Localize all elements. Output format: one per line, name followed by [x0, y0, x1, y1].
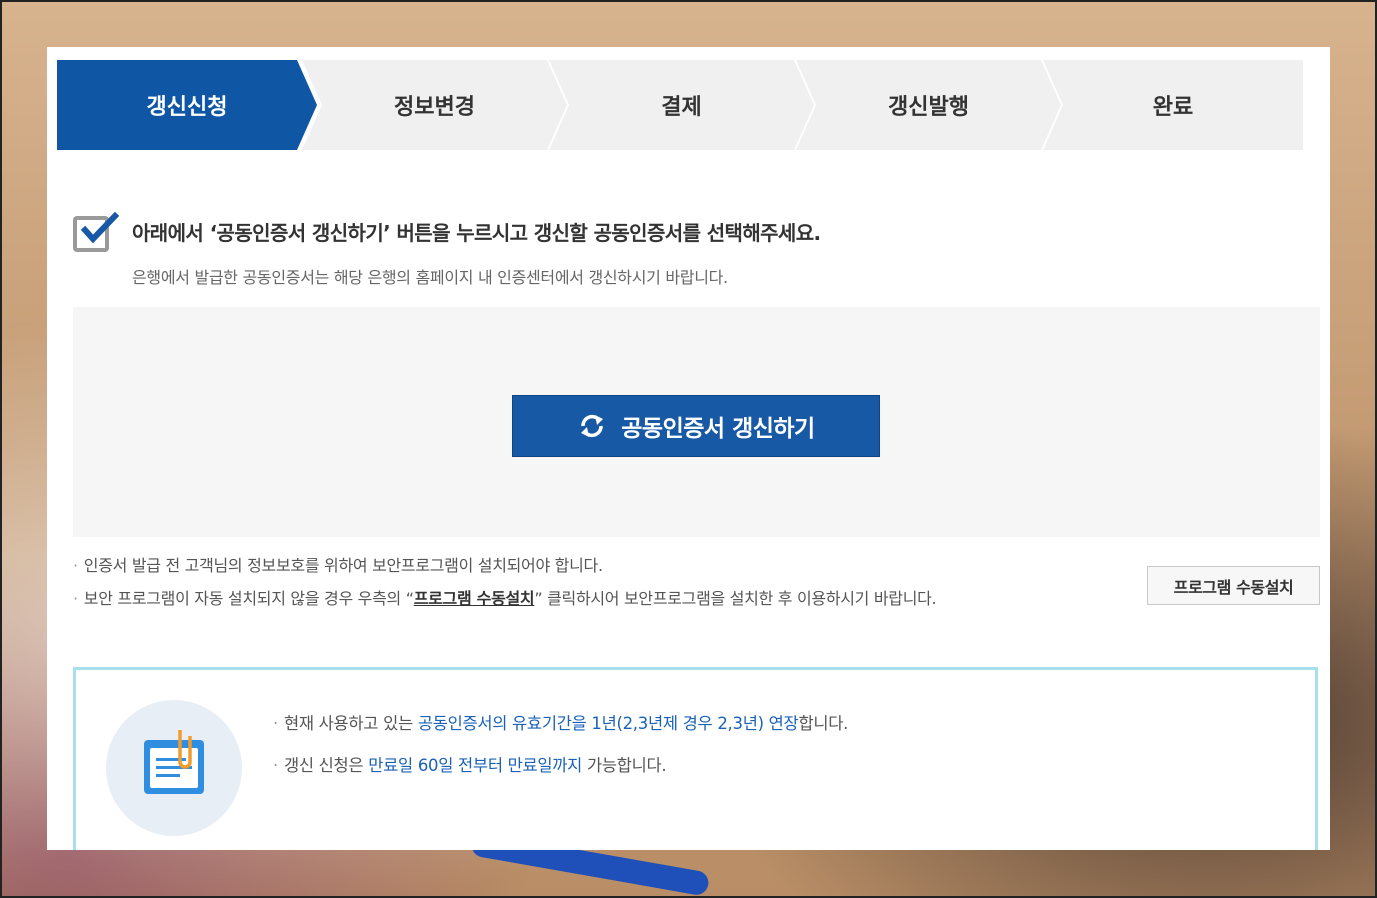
document-clip-icon	[144, 730, 204, 794]
note-item: · 인증서 발급 전 고객님의 정보보호를 위하여 보안프로그램이 설치되어야 합…	[73, 556, 603, 575]
progress-steps: 갱신신청 정보변경 결제 갱신발행 완료	[57, 60, 1303, 150]
step-label: 결제	[661, 95, 702, 120]
info-item: · 현재 사용하고 있는 공동인증서의 유효기간을 1년(2,3년제 경우 2,3…	[273, 714, 849, 733]
info-lines: · 현재 사용하고 있는 공동인증서의 유효기간을 1년(2,3년제 경우 2,3…	[273, 712, 848, 796]
refresh-icon	[581, 414, 604, 438]
info-item: · 갱신 신청은 만료일 60일 전부터 만료일까지 가능합니다.	[273, 756, 667, 775]
step-renewal-issue: 갱신발행	[796, 60, 1061, 150]
manual-install-button[interactable]: 프로그램 수동설치	[1147, 566, 1320, 605]
manual-install-link[interactable]: 프로그램 수동설치	[414, 589, 535, 608]
step-label: 갱신신청	[146, 95, 228, 120]
renew-action-area: 공동인증서 갱신하기	[73, 307, 1320, 537]
step-renewal-request: 갱신신청	[57, 60, 317, 150]
note-item: · 보안 프로그램이 자동 설치되지 않을 경우 우측의 “프로그램 수동설치” …	[73, 589, 937, 608]
step-label: 완료	[1152, 95, 1194, 120]
step-label: 정보변경	[394, 95, 475, 120]
renew-button-label: 공동인증서 갱신하기	[621, 416, 815, 442]
step-label: 갱신발행	[888, 95, 969, 120]
instruction-title: 아래에서 ‘공동인증서 갱신하기’ 버튼을 누르시고 갱신할 공동인증서를 선택…	[132, 221, 821, 245]
security-notes: · 인증서 발급 전 고객님의 정보보호를 위하여 보안프로그램이 설치되어야 합…	[73, 555, 937, 621]
checkbox-check-icon	[73, 212, 119, 252]
renew-certificate-button[interactable]: 공동인증서 갱신하기	[512, 395, 880, 457]
step-info-change: 정보변경	[302, 60, 567, 150]
certificate-renewal-panel: 갱신신청 정보변경 결제 갱신발행 완료 아래에서 ‘공동인증서 갱신하기’ 버…	[47, 47, 1330, 850]
step-payment: 결제	[549, 60, 814, 150]
renewal-info-box: · 현재 사용하고 있는 공동인증서의 유효기간을 1년(2,3년제 경우 2,3…	[73, 667, 1318, 850]
step-complete: 완료	[1043, 60, 1303, 150]
instruction-subtitle: 은행에서 발급한 공동인증서는 해당 은행의 홈페이지 내 인증센터에서 갱신하…	[132, 268, 728, 287]
info-icon-circle	[106, 700, 242, 836]
